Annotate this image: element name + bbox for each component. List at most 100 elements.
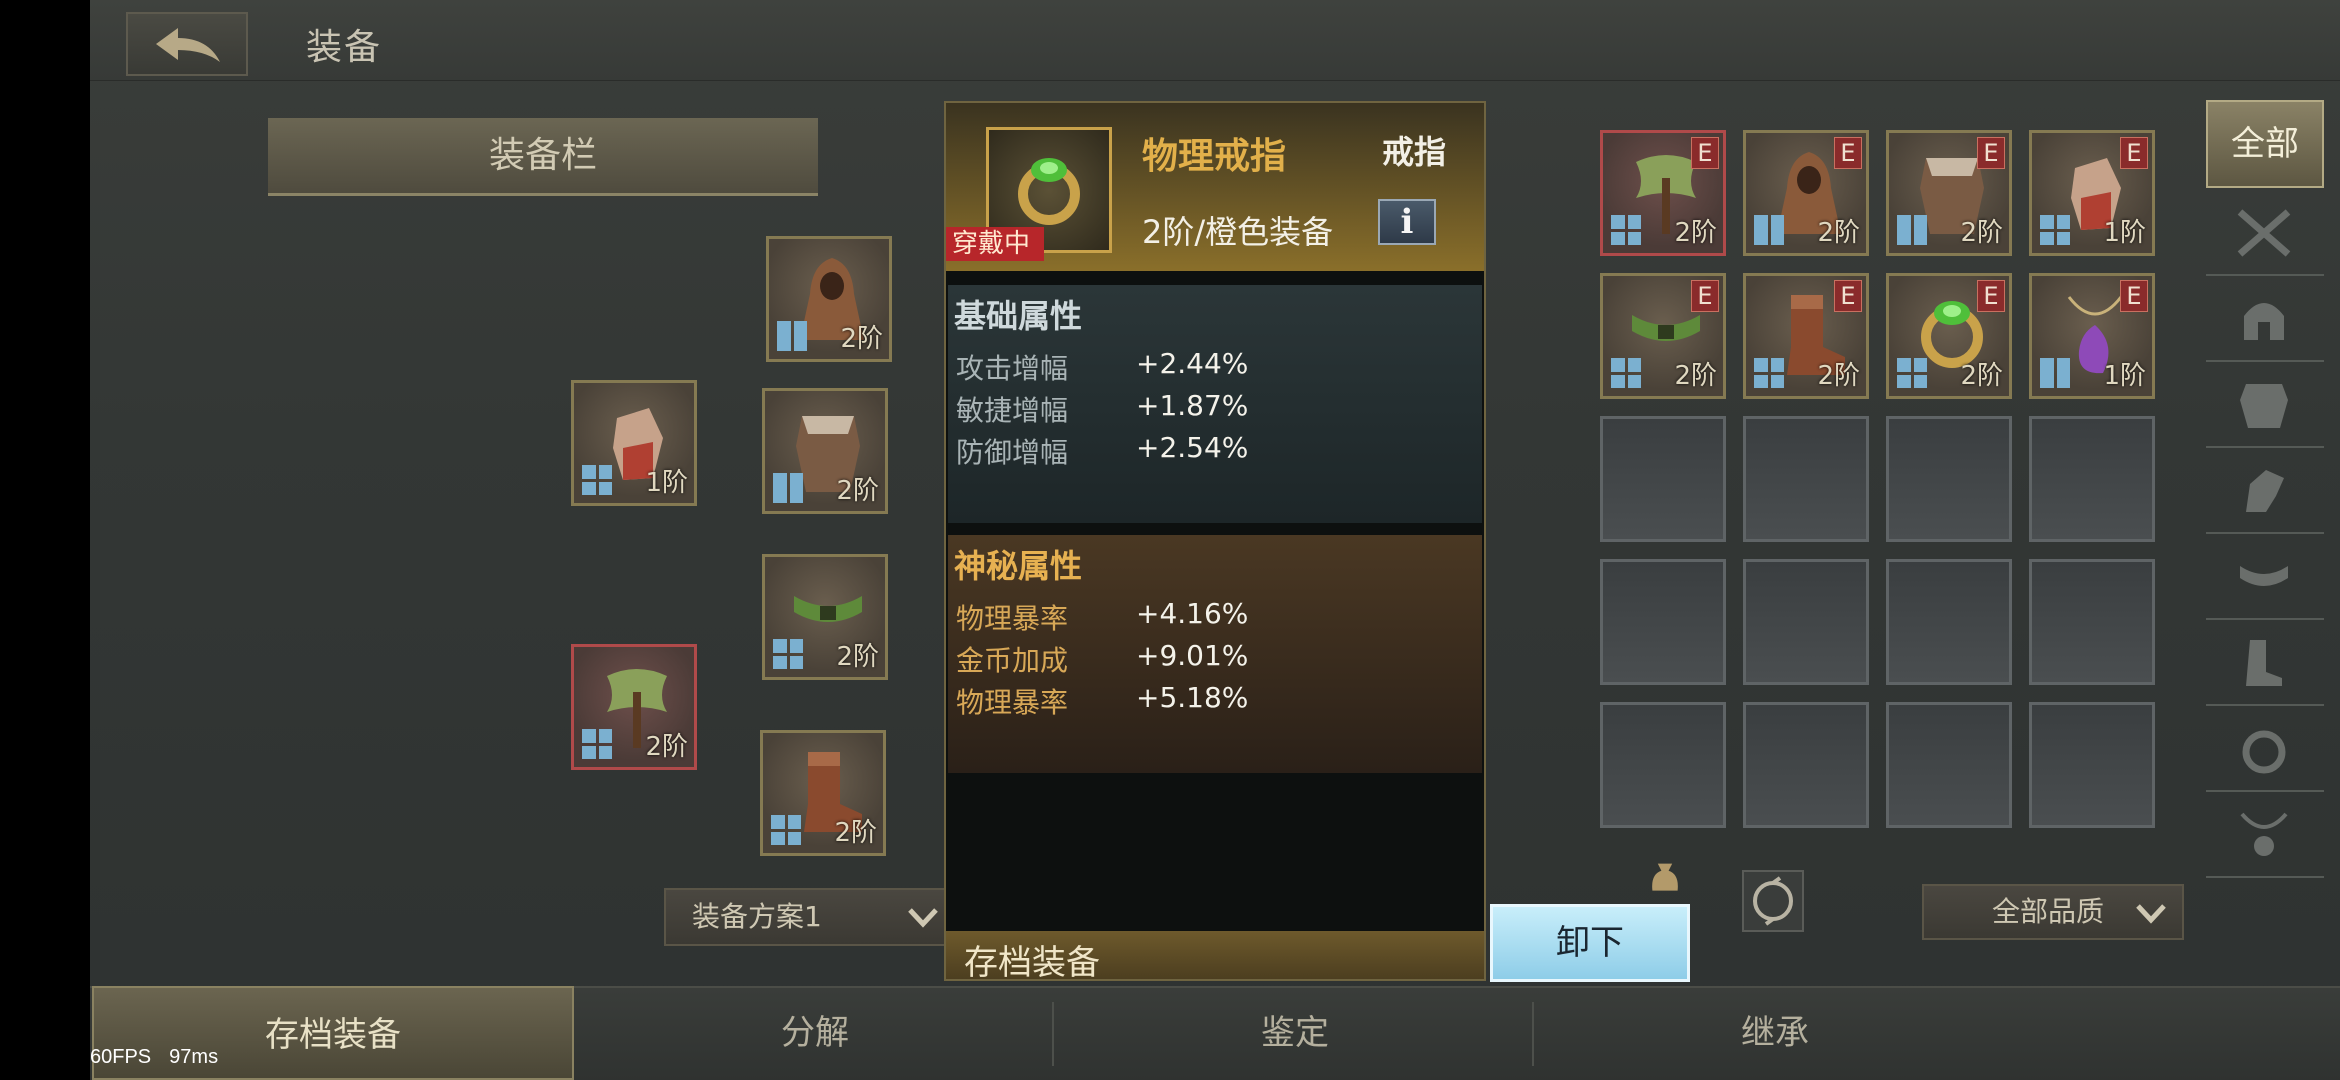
tier-label: 2阶	[645, 732, 688, 762]
mystic-attributes-section: 神秘属性 物理暴率 +4.16% 金币加成 +9.01% 物理暴率 +5.18%	[948, 535, 1482, 773]
preset-label: 装备方案1	[692, 900, 822, 933]
card-footer-label: 存档装备	[964, 943, 1100, 981]
equipment-screen: 装备 装备栏 2阶 1阶 2阶 2阶 2阶 2阶 装备方案1 穿戴中 物理戒指 …	[90, 0, 2340, 1080]
tier-label: 1阶	[645, 468, 688, 498]
inventory-item[interactable]: E 2阶	[1600, 273, 1726, 399]
rune-slots-icon	[2040, 215, 2070, 245]
tier-label: 2阶	[1674, 361, 1717, 391]
rune-slots-icon	[1897, 358, 1927, 388]
item-name: 物理戒指	[1142, 136, 1287, 177]
filter-belt-tab[interactable]	[2206, 534, 2324, 620]
empty-inventory-slot[interactable]	[1743, 559, 1869, 685]
filter-necklace-tab[interactable]	[2206, 792, 2324, 878]
inventory-item[interactable]: E 2阶	[1743, 273, 1869, 399]
inventory-item[interactable]: E 2阶	[1886, 130, 2012, 256]
filter-helmet-tab[interactable]	[2206, 276, 2324, 362]
item-detail-card: 穿戴中 物理戒指 戒指 2阶/橙色装备 i 基础属性 攻击增幅 +2.44% 敏捷…	[944, 101, 1486, 981]
stat-name: 攻击增幅	[956, 352, 1069, 385]
glove-icon	[2246, 470, 2284, 512]
rune-slots-icon	[1611, 215, 1641, 245]
crossed-swords-icon	[2237, 209, 2291, 257]
equipped-gauntlet-slot[interactable]: 1阶	[571, 380, 697, 506]
equipped-badge: E	[1834, 137, 1862, 169]
stat-value: +4.16%	[1136, 597, 1249, 630]
rune-slots-icon	[771, 815, 801, 845]
equipment-bar-tab[interactable]: 装备栏	[268, 118, 818, 196]
empty-inventory-slot[interactable]	[1886, 559, 2012, 685]
stat-name: 物理暴率	[956, 602, 1069, 635]
helmet-icon	[2244, 303, 2284, 340]
equipped-boots-slot[interactable]: 2阶	[760, 730, 886, 856]
equipped-armor-slot[interactable]: 2阶	[762, 388, 888, 514]
boots-icon	[2246, 640, 2282, 686]
stat-value: +9.01%	[1136, 639, 1249, 672]
empty-inventory-slot[interactable]	[1743, 416, 1869, 542]
wearing-badge: 穿戴中	[946, 227, 1045, 261]
inventory-item[interactable]: E 2阶	[1600, 130, 1726, 256]
tier-label: 2阶	[836, 642, 879, 672]
top-bar: 装备	[90, 0, 2340, 81]
equipped-badge: E	[1691, 137, 1719, 169]
filter-weapon-tab[interactable]	[2206, 190, 2324, 276]
empty-inventory-slot[interactable]	[1886, 416, 2012, 542]
stat-value: +1.87%	[1136, 389, 1249, 422]
empty-inventory-slot[interactable]	[1600, 702, 1726, 828]
tier-label: 2阶	[834, 818, 877, 848]
tab-dismantle[interactable]: 分解	[574, 986, 1056, 1080]
quality-filter-label: 全部品质	[1992, 895, 2105, 928]
item-grade: 2阶/橙色装备	[1142, 213, 1334, 251]
filter-ring-tab[interactable]	[2206, 706, 2324, 792]
empty-inventory-slot[interactable]	[1743, 702, 1869, 828]
tier-label: 2阶	[840, 324, 883, 354]
filter-boots-tab[interactable]	[2206, 620, 2324, 706]
empty-inventory-slot[interactable]	[1600, 416, 1726, 542]
inventory-item[interactable]: E 1阶	[2029, 273, 2155, 399]
equipment-preset-dropdown[interactable]: 装备方案1	[664, 888, 952, 946]
filter-glove-tab[interactable]	[2206, 448, 2324, 534]
quality-filter-dropdown[interactable]: 全部品质	[1922, 884, 2184, 940]
belt-icon	[2240, 566, 2288, 586]
rune-slots-icon	[1754, 215, 1784, 245]
swap-cycle-icon[interactable]	[1742, 870, 1804, 932]
filter-armor-tab[interactable]	[2206, 362, 2324, 448]
mystic-attributes-title: 神秘属性	[954, 547, 1083, 585]
page-title: 装备	[306, 27, 383, 68]
equipped-cloak-slot[interactable]: 2阶	[766, 236, 892, 362]
tier-label: 1阶	[2103, 361, 2146, 391]
stat-name: 防御增幅	[956, 436, 1069, 469]
empty-inventory-slot[interactable]	[2029, 416, 2155, 542]
empty-inventory-slot[interactable]	[1600, 559, 1726, 685]
inventory-item[interactable]: E 2阶	[1743, 130, 1869, 256]
stat-value: +5.18%	[1136, 681, 1249, 714]
stat-name: 金币加成	[956, 644, 1069, 677]
unequip-button[interactable]: 卸下	[1490, 904, 1690, 982]
tier-label: 2阶	[1960, 361, 2003, 391]
equipped-axe-slot[interactable]: 2阶	[571, 644, 697, 770]
base-attributes-section: 基础属性 攻击增幅 +2.44% 敏捷增幅 +1.87% 防御增幅 +2.54%	[948, 285, 1482, 523]
inventory-item[interactable]: E 2阶	[1886, 273, 2012, 399]
equipped-badge: E	[1834, 280, 1862, 312]
empty-inventory-slot[interactable]	[1886, 702, 2012, 828]
tier-label: 2阶	[1817, 361, 1860, 391]
tab-identify[interactable]: 鉴定	[1054, 986, 1536, 1080]
equipped-belt-slot[interactable]: 2阶	[762, 554, 888, 680]
back-button[interactable]	[126, 12, 248, 76]
stat-name: 物理暴率	[956, 686, 1069, 719]
filter-all-tab[interactable]: 全部	[2206, 100, 2324, 188]
fps-counter: 60FPS	[90, 1046, 152, 1068]
stat-value: +2.44%	[1136, 347, 1249, 380]
rune-slots-icon	[1754, 358, 1784, 388]
inventory-item[interactable]: E 1阶	[2029, 130, 2155, 256]
tier-label: 1阶	[2103, 218, 2146, 248]
stat-name: 敏捷增幅	[956, 394, 1069, 427]
tab-inherit[interactable]: 继承	[1534, 986, 2016, 1080]
empty-inventory-slot[interactable]	[2029, 559, 2155, 685]
item-header: 穿戴中 物理戒指 戒指 2阶/橙色装备 i	[946, 103, 1484, 271]
empty-inventory-slot[interactable]	[2029, 702, 2155, 828]
card-footer: 存档装备	[946, 931, 1484, 981]
bag-sort-icon[interactable]	[1647, 860, 1683, 896]
perf-overlay: 60FPS 97ms	[90, 1046, 236, 1069]
rune-slots-icon	[773, 473, 803, 503]
chevron-down-icon	[908, 908, 938, 928]
info-button[interactable]: i	[1378, 199, 1436, 245]
